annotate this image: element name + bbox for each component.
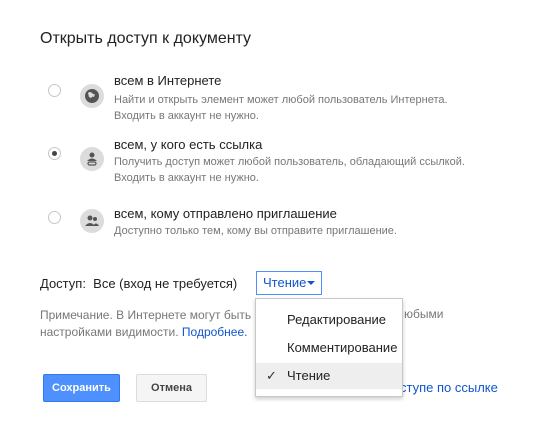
option-invited-title: всем, кому отправлено приглашение	[114, 206, 337, 221]
option-invited-desc: Доступно только тем, кому вы отправите п…	[114, 225, 397, 237]
people-icon	[80, 209, 104, 233]
radio-public[interactable]	[48, 84, 61, 97]
checkmark-icon: ✓	[266, 368, 277, 383]
chevron-down-icon	[307, 281, 315, 285]
radio-invited[interactable]	[48, 211, 61, 224]
link-sharing-link[interactable]: ступе по ссылке	[400, 380, 498, 395]
option-public-desc: Найти и открыть элемент может любой поль…	[114, 94, 448, 122]
menu-item-view[interactable]: ✓ Чтение	[256, 363, 402, 389]
option-link[interactable]: всем, у кого есть ссылка Получить доступ…	[40, 137, 510, 197]
learn-more-link[interactable]: Подробнее.	[182, 325, 248, 339]
option-link-desc: Получить доступ может любой пользователь…	[114, 156, 465, 184]
option-public[interactable]: всем в Интернете Найти и открыть элемент…	[40, 70, 510, 130]
note-tail: юбыми	[404, 307, 444, 321]
option-public-title: всем в Интернете	[114, 73, 222, 88]
option-invited[interactable]: всем, кому отправлено приглашение Доступ…	[40, 203, 510, 263]
radio-link[interactable]	[48, 147, 61, 160]
menu-item-comment[interactable]: Комментирование	[256, 335, 402, 361]
access-dropdown[interactable]: Чтение	[256, 271, 322, 295]
access-row: Доступ: Все (вход не требуется)	[40, 275, 237, 291]
access-dropdown-label: Чтение	[263, 275, 307, 290]
access-menu: Редактирование Комментирование ✓ Чтение	[255, 298, 403, 397]
menu-item-edit[interactable]: Редактирование	[256, 307, 402, 333]
save-button[interactable]: Сохранить	[43, 374, 120, 402]
cancel-button[interactable]: Отмена	[136, 374, 207, 402]
globe-icon	[80, 84, 104, 108]
dialog-title: Открыть доступ к документу	[40, 30, 252, 47]
option-link-title: всем, у кого есть ссылка	[114, 137, 263, 152]
access-value: Все (вход не требуется)	[93, 276, 238, 292]
link-person-icon	[80, 147, 104, 171]
access-label: Доступ:	[40, 276, 86, 292]
